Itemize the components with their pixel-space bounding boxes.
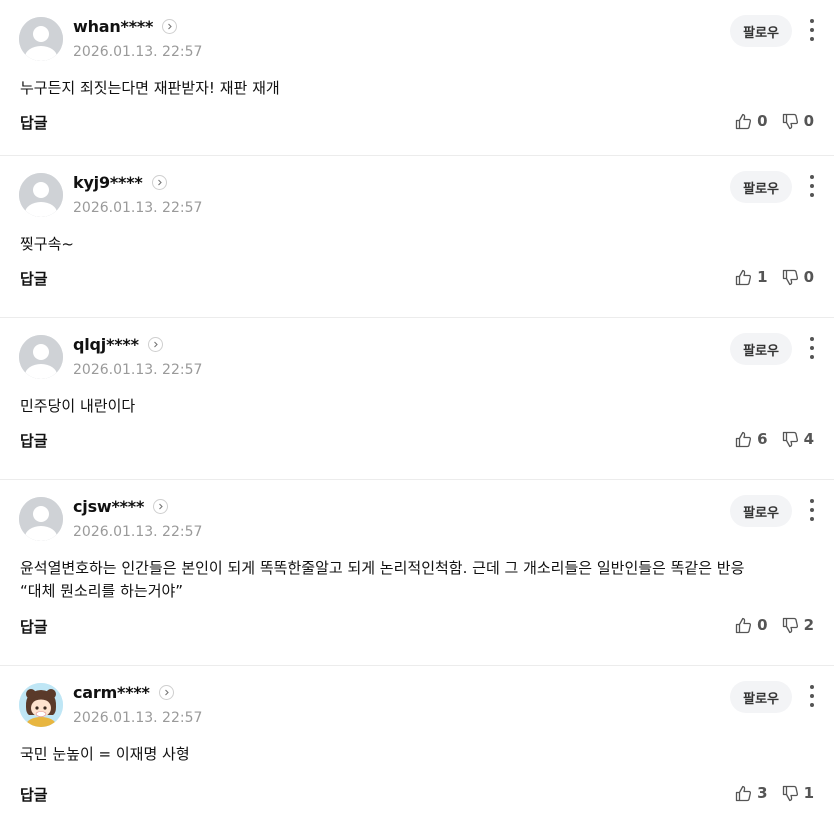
- follow-button[interactable]: 팔로우: [730, 681, 792, 713]
- thumbs-up-icon: [735, 269, 752, 285]
- avatar[interactable]: [19, 173, 63, 217]
- dislike-count: 0: [803, 112, 814, 130]
- author-row: carm****: [73, 681, 174, 703]
- avatar[interactable]: [19, 497, 63, 541]
- like-count: 0: [757, 112, 768, 130]
- like-count: 0: [757, 616, 768, 634]
- more-options-icon[interactable]: [809, 499, 815, 521]
- reactions: 0 2: [735, 616, 814, 634]
- character-avatar-icon: [19, 683, 63, 727]
- follow-button[interactable]: 팔로우: [730, 15, 792, 47]
- comment-text: 국민 눈높이 = 이재명 사형: [20, 745, 190, 763]
- dislike-count: 1: [803, 784, 814, 802]
- thumbs-down-icon: [782, 269, 798, 285]
- reactions: 1 0: [735, 268, 814, 286]
- comment-text: 윤석열변호하는 인간들은 본인이 되게 똑똑한줄알고 되게 논리적인척함. 근데…: [20, 559, 745, 600]
- comment-text: 민주당이 내란이다: [20, 397, 136, 415]
- dislike-count: 2: [803, 616, 814, 634]
- default-avatar-icon: [19, 335, 63, 379]
- follow-button[interactable]: 팔로우: [730, 333, 792, 365]
- like-count: 1: [757, 268, 768, 286]
- default-avatar-icon: [19, 497, 63, 541]
- thumbs-up-icon: [735, 785, 752, 801]
- comment-text: 찢구속~: [20, 235, 74, 253]
- comment-item: cjsw**** 2026.01.13. 22:57 팔로우 윤석열변호하는 인…: [0, 480, 834, 666]
- dislike-count: 0: [803, 268, 814, 286]
- profile-chevron-icon[interactable]: [151, 174, 167, 190]
- like-button[interactable]: 0: [735, 112, 768, 130]
- profile-chevron-icon[interactable]: [158, 684, 174, 700]
- like-button[interactable]: 3: [735, 784, 768, 802]
- comment-item: kyj9**** 2026.01.13. 22:57 팔로우 찢구속~ 답글 1…: [0, 156, 834, 318]
- reactions: 3 1: [735, 784, 814, 802]
- thumbs-up-icon: [735, 617, 752, 633]
- reply-button[interactable]: 답글: [20, 268, 48, 289]
- reply-button[interactable]: 답글: [20, 112, 48, 133]
- username[interactable]: whan****: [73, 17, 153, 36]
- reactions: 6 4: [735, 430, 814, 448]
- like-button[interactable]: 6: [735, 430, 768, 448]
- username[interactable]: qlqj****: [73, 335, 139, 354]
- avatar[interactable]: [19, 17, 63, 61]
- reply-button[interactable]: 답글: [20, 616, 48, 637]
- timestamp: 2026.01.13. 22:57: [73, 710, 203, 726]
- comment-item: qlqj**** 2026.01.13. 22:57 팔로우 민주당이 내란이다…: [0, 318, 834, 480]
- like-button[interactable]: 1: [735, 268, 768, 286]
- thumbs-down-icon: [782, 785, 798, 801]
- reactions: 0 0: [735, 112, 814, 130]
- thumbs-down-icon: [782, 617, 798, 633]
- username[interactable]: kyj9****: [73, 173, 143, 192]
- reply-button[interactable]: 답글: [20, 430, 48, 451]
- thumbs-up-icon: [735, 113, 752, 129]
- comment-item: whan**** 2026.01.13. 22:57 팔로우 누구든지 죄짓는다…: [0, 0, 834, 156]
- author-row: cjsw****: [73, 495, 169, 517]
- timestamp: 2026.01.13. 22:57: [73, 362, 203, 378]
- comment-item: carm**** 2026.01.13. 22:57 팔로우 국민 눈높이 = …: [0, 666, 834, 824]
- thumbs-down-icon: [782, 431, 798, 447]
- timestamp: 2026.01.13. 22:57: [73, 44, 203, 60]
- dislike-button[interactable]: 1: [782, 784, 814, 802]
- timestamp: 2026.01.13. 22:57: [73, 524, 203, 540]
- profile-chevron-icon[interactable]: [162, 18, 178, 34]
- follow-button[interactable]: 팔로우: [730, 171, 792, 203]
- username[interactable]: carm****: [73, 683, 150, 702]
- dislike-count: 4: [803, 430, 814, 448]
- more-options-icon[interactable]: [809, 685, 815, 707]
- comment-list: whan**** 2026.01.13. 22:57 팔로우 누구든지 죄짓는다…: [0, 0, 834, 824]
- author-row: whan****: [73, 15, 178, 37]
- avatar[interactable]: [19, 683, 63, 727]
- profile-chevron-icon[interactable]: [147, 336, 163, 352]
- more-options-icon[interactable]: [809, 19, 815, 41]
- dislike-button[interactable]: 0: [782, 112, 814, 130]
- profile-chevron-icon[interactable]: [153, 498, 169, 514]
- author-row: kyj9****: [73, 171, 167, 193]
- thumbs-down-icon: [782, 113, 798, 129]
- username[interactable]: cjsw****: [73, 497, 144, 516]
- like-button[interactable]: 0: [735, 616, 768, 634]
- default-avatar-icon: [19, 17, 63, 61]
- dislike-button[interactable]: 0: [782, 268, 814, 286]
- comment-text: 누구든지 죄짓는다면 재판받자! 재판 재개: [20, 79, 280, 97]
- default-avatar-icon: [19, 173, 63, 217]
- follow-button[interactable]: 팔로우: [730, 495, 792, 527]
- like-count: 3: [757, 784, 768, 802]
- dislike-button[interactable]: 4: [782, 430, 814, 448]
- more-options-icon[interactable]: [809, 175, 815, 197]
- thumbs-up-icon: [735, 431, 752, 447]
- like-count: 6: [757, 430, 768, 448]
- avatar[interactable]: [19, 335, 63, 379]
- more-options-icon[interactable]: [809, 337, 815, 359]
- author-row: qlqj****: [73, 333, 163, 355]
- reply-button[interactable]: 답글: [20, 784, 48, 805]
- dislike-button[interactable]: 2: [782, 616, 814, 634]
- timestamp: 2026.01.13. 22:57: [73, 200, 203, 216]
